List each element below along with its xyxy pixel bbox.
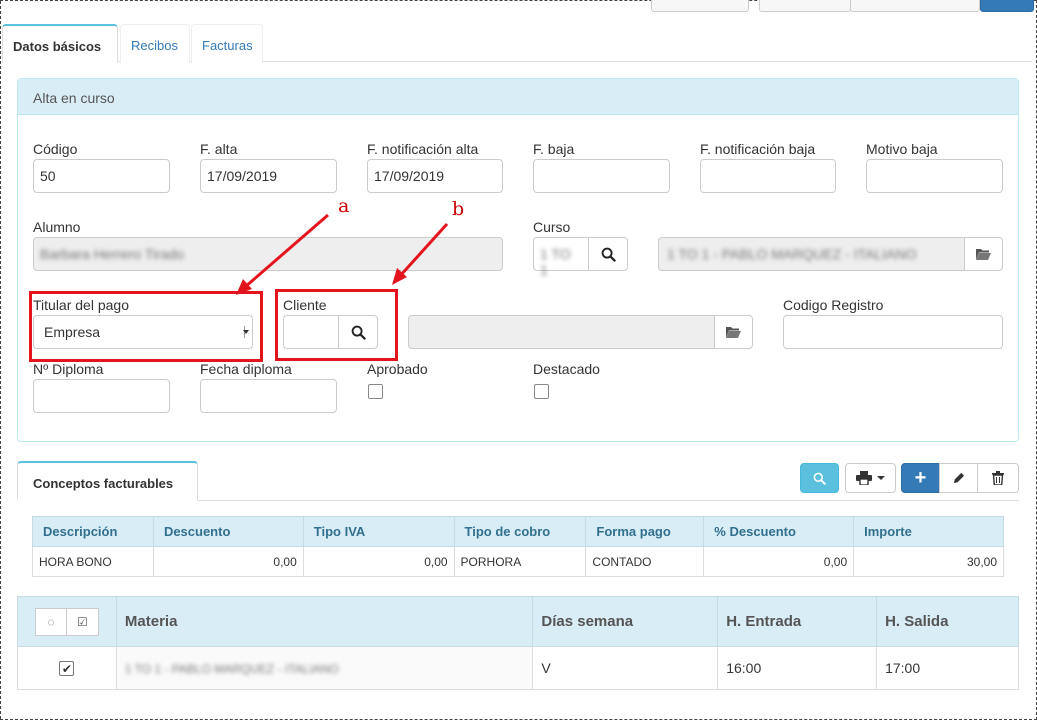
select-all-button[interactable]: ☑: [66, 607, 99, 636]
col-pct-descuento[interactable]: % Descuento: [703, 516, 855, 547]
col-importe[interactable]: Importe: [853, 516, 1004, 547]
col-h-entrada[interactable]: H. Entrada: [717, 596, 878, 647]
cell-checkbox: ✔: [17, 646, 117, 690]
cell-salida: 17:00: [876, 646, 1019, 690]
col-dias-semana[interactable]: Días semana: [532, 596, 719, 647]
col-select-tools: ◌ ☑: [17, 596, 117, 647]
cell-materia: 1 TO 1 - PABLO MARQUEZ - ITALIANO: [115, 646, 534, 690]
cell-descuento: 0,00: [152, 546, 304, 577]
cell-importe: 30,00: [853, 546, 1004, 577]
cell-forma-pago: CONTADO: [585, 546, 705, 577]
tab-conceptos-facturables[interactable]: Conceptos facturables: [17, 461, 198, 501]
print-icon: [856, 471, 872, 485]
conceptos-header-row: Descripción Descuento Tipo IVA Tipo de c…: [32, 516, 1004, 547]
print-dropdown-button[interactable]: [845, 463, 896, 493]
cell-tipo-cobro: PORHORA: [453, 546, 587, 577]
col-forma-pago[interactable]: Forma pago: [585, 516, 705, 547]
annotation-letter-a: a: [338, 195, 350, 217]
materia-value: 1 TO 1 - PABLO MARQUEZ - ITALIANO: [124, 662, 339, 676]
col-descripcion[interactable]: Descripción: [32, 516, 154, 547]
cell-descripcion: HORA BONO: [32, 546, 154, 577]
horario-header-row: ◌ ☑ Materia Días semana H. Entrada H. Sa…: [17, 596, 1019, 647]
col-materia[interactable]: Materia: [115, 596, 534, 647]
search-button[interactable]: [800, 463, 839, 493]
annotation-letter-b: b: [452, 198, 465, 220]
cell-entrada: 16:00: [717, 646, 878, 690]
col-tipo-cobro[interactable]: Tipo de cobro: [453, 516, 587, 547]
col-h-salida[interactable]: H. Salida: [876, 596, 1019, 647]
caret-down-icon: [877, 476, 885, 480]
cell-dias: V: [532, 646, 719, 690]
search-icon: [813, 472, 826, 485]
pencil-icon: [953, 472, 965, 483]
horario-table: ◌ ☑ Materia Días semana H. Entrada H. Sa…: [17, 596, 1019, 690]
eye-slash-icon: ◌: [47, 614, 55, 629]
trash-icon: [992, 471, 1004, 485]
cell-pct-descuento: 0,00: [703, 546, 855, 577]
col-tipo-iva[interactable]: Tipo IVA: [302, 516, 455, 547]
plus-icon: +: [914, 467, 927, 489]
add-button[interactable]: +: [901, 463, 940, 493]
conceptos-table: Descripción Descuento Tipo IVA Tipo de c…: [32, 516, 1004, 577]
table-row[interactable]: ✔ 1 TO 1 - PABLO MARQUEZ - ITALIANO V 16…: [17, 646, 1019, 690]
arrow-b-line: [398, 222, 449, 278]
table-row[interactable]: HORA BONO 0,00 0,00 PORHORA CONTADO 0,00…: [32, 546, 1004, 577]
check-square-icon: ☑: [77, 614, 88, 629]
arrow-a-line: [244, 213, 329, 289]
cell-tipo-iva: 0,00: [302, 546, 455, 577]
toggle-visibility-button[interactable]: ◌: [34, 607, 67, 636]
delete-button[interactable]: [977, 463, 1019, 493]
edit-button[interactable]: [939, 463, 978, 493]
row-checkbox[interactable]: ✔: [59, 661, 75, 677]
col-descuento[interactable]: Descuento: [152, 516, 304, 547]
